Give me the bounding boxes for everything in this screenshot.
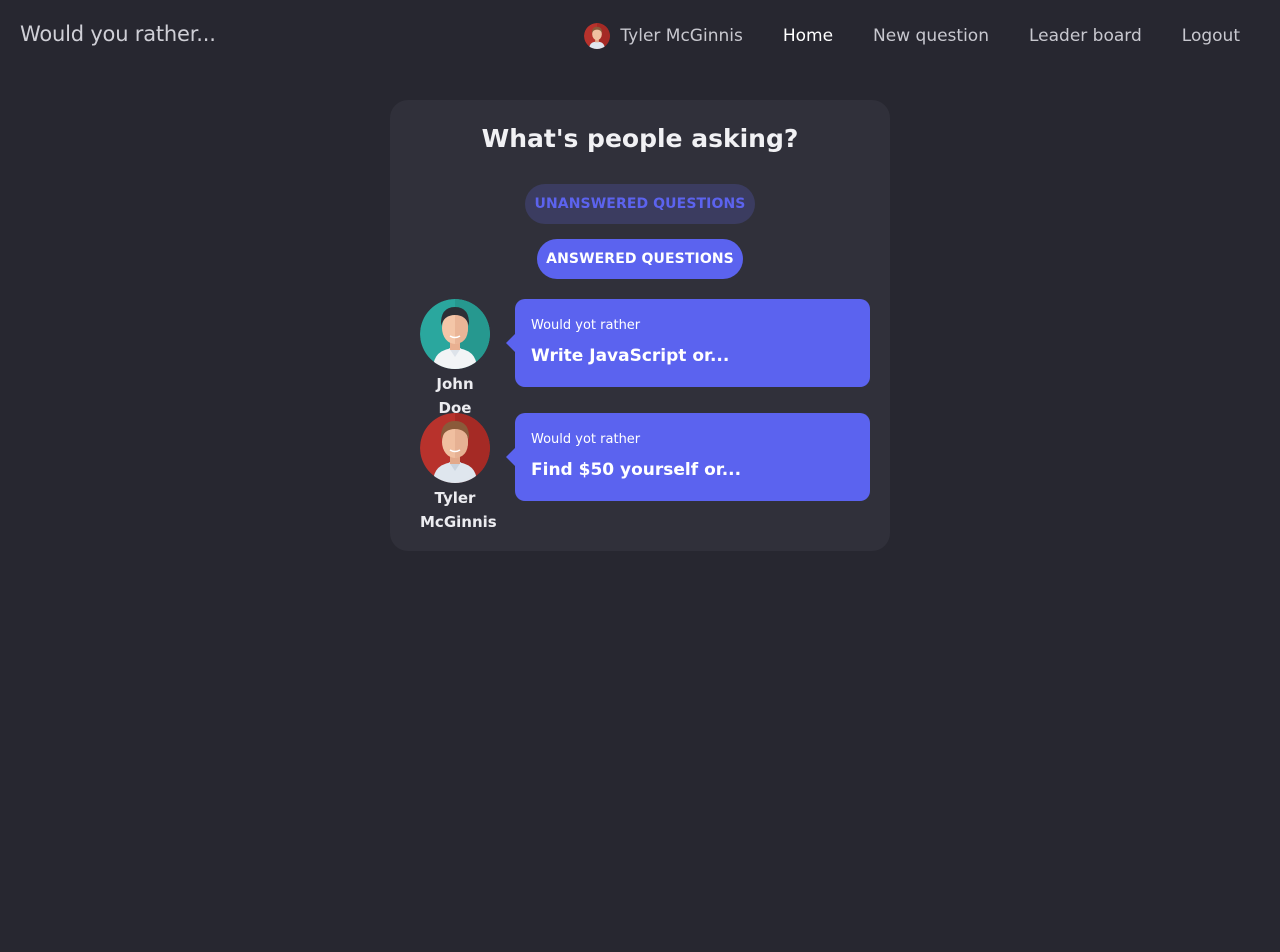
question-lead: Would yot rather (531, 318, 641, 333)
question-author: John Doe (420, 299, 490, 420)
man-avatar-teal-icon (420, 299, 490, 369)
questions-panel: What's people asking? UNANSWERED QUESTIO… (390, 100, 890, 551)
tab-answered-questions[interactable]: ANSWERED QUESTIONS (537, 239, 743, 279)
man-avatar-red-icon (420, 413, 490, 483)
question-text: Write JavaScript or... (531, 346, 730, 366)
tab-unanswered-questions[interactable]: UNANSWERED QUESTIONS (525, 184, 755, 224)
top-navigation-bar: Would you rather... Tyler McGinnis Home … (0, 0, 1280, 72)
question-card[interactable]: Would yot rather Write JavaScript or... (506, 299, 870, 387)
user-avatar-icon (584, 23, 611, 49)
question-text: Find $50 yourself or... (531, 460, 742, 480)
current-user: Tyler McGinnis (584, 23, 743, 49)
nav-menu: Tyler McGinnis Home New question Leader … (584, 22, 1240, 50)
user-name: Tyler McGinnis (620, 26, 743, 46)
question-lead: Would yot rather (531, 432, 641, 447)
app-title[interactable]: Would you rather... (20, 22, 216, 46)
nav-logout[interactable]: Logout (1182, 26, 1240, 46)
nav-home[interactable]: Home (783, 26, 833, 46)
question-author: Tyler McGinnis (420, 413, 497, 534)
author-name: Tyler McGinnis (420, 489, 497, 531)
page-title: What's people asking? (481, 124, 799, 153)
nav-new-question[interactable]: New question (873, 26, 989, 46)
question-card[interactable]: Would yot rather Find $50 yourself or... (506, 413, 870, 501)
nav-leader-board[interactable]: Leader board (1029, 26, 1142, 46)
